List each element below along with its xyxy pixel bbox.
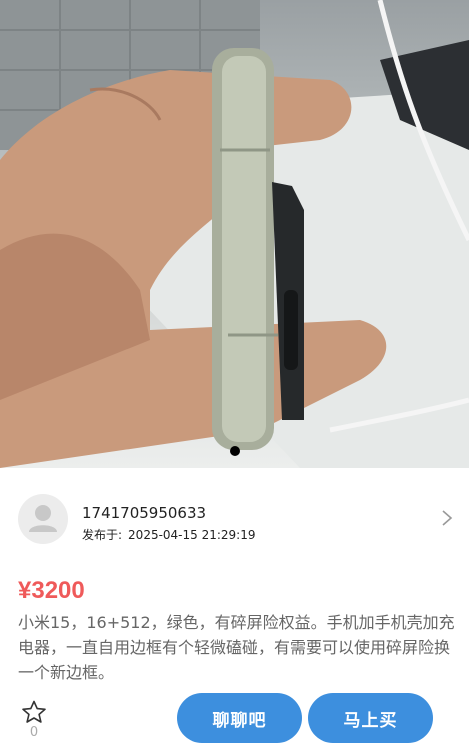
product-photo-illustration [0, 0, 469, 468]
chevron-right-icon[interactable] [437, 507, 457, 529]
avatar[interactable] [18, 494, 68, 544]
publish-info: 发布于: 2025-04-15 21:29:19 [82, 526, 262, 543]
seller-name: 1741705950633 [82, 504, 207, 522]
favorite-button[interactable]: 0 [20, 700, 48, 740]
carousel-indicator[interactable] [230, 446, 240, 456]
star-icon [22, 700, 46, 723]
chat-button[interactable]: 聊聊吧 [177, 693, 302, 743]
user-placeholder-icon [29, 505, 57, 532]
product-description: 小米15，16+512，绿色，有碎屏险权益。手机加手机壳加充 电器，一直自用边框… [18, 613, 455, 682]
product-photo[interactable] [0, 0, 469, 468]
favorite-count: 0 [29, 725, 39, 740]
seller-row[interactable]: 1741705950633 发布于: 2025-04-15 21:29:19 [0, 490, 469, 548]
publish-time: 2025-04-15 21:29:19 [128, 528, 256, 542]
price: ¥3200 [18, 577, 85, 604]
publish-label: 发布于: [82, 528, 123, 542]
buy-now-button[interactable]: 马上买 [308, 693, 433, 743]
